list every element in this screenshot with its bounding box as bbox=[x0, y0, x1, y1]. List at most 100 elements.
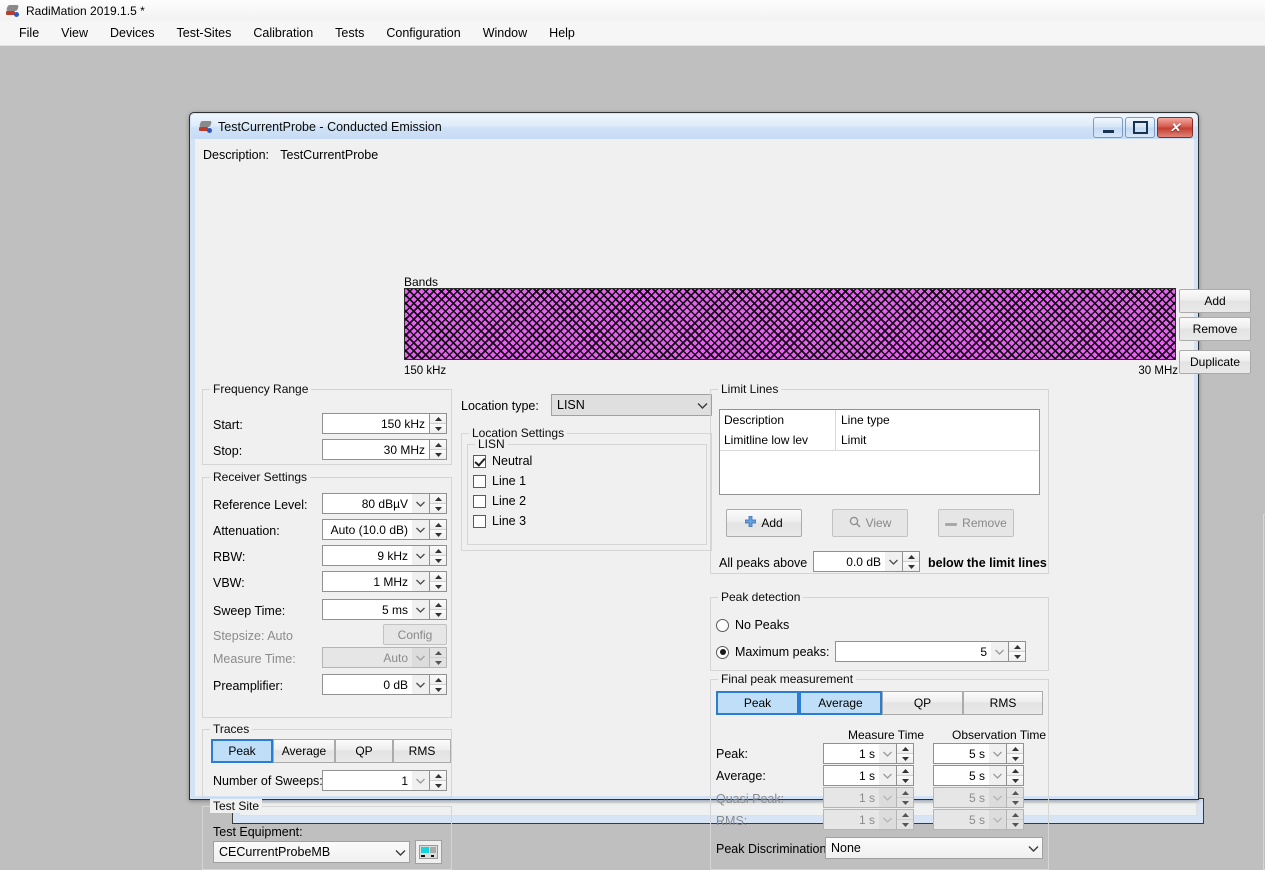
chevron-down-icon[interactable] bbox=[879, 744, 896, 763]
no-peaks-radio[interactable]: No Peaks bbox=[716, 618, 789, 632]
start-stepper[interactable] bbox=[430, 413, 447, 434]
trace-rms-button[interactable]: RMS bbox=[393, 739, 451, 763]
final-average-button[interactable]: Average bbox=[799, 691, 882, 715]
stepper-down[interactable] bbox=[897, 776, 913, 785]
chevron-down-icon[interactable] bbox=[991, 642, 1008, 661]
chevron-down-icon[interactable] bbox=[412, 520, 429, 539]
stepper-down[interactable] bbox=[1007, 754, 1023, 763]
maximum-peaks-stepper-up[interactable] bbox=[1009, 642, 1025, 652]
test-equipment-config-button[interactable] bbox=[415, 840, 442, 864]
sweep-time-stepper[interactable] bbox=[430, 599, 447, 620]
stepper-up[interactable] bbox=[897, 744, 913, 754]
table-row[interactable]: Limitline low lev Limit bbox=[720, 430, 1039, 451]
preamplifier-stepper[interactable] bbox=[430, 674, 447, 695]
maximum-peaks-radio[interactable]: Maximum peaks: bbox=[716, 645, 829, 659]
final-rms-button[interactable]: RMS bbox=[963, 691, 1043, 715]
menu-item-calibration[interactable]: Calibration bbox=[242, 22, 324, 44]
sweep-time-stepper-down[interactable] bbox=[430, 610, 446, 619]
reference-level-stepper[interactable] bbox=[430, 493, 447, 514]
menu-item-configuration[interactable]: Configuration bbox=[375, 22, 471, 44]
sweep-time-combo[interactable]: 5 ms bbox=[322, 599, 430, 620]
stop-stepper-up[interactable] bbox=[430, 440, 446, 450]
chevron-down-icon[interactable] bbox=[1024, 845, 1042, 852]
location-type-select[interactable]: LISN bbox=[551, 394, 712, 416]
stepper-up[interactable] bbox=[1007, 766, 1023, 776]
menu-item-devices[interactable]: Devices bbox=[99, 22, 165, 44]
chevron-down-icon[interactable] bbox=[693, 402, 711, 409]
start-input[interactable]: 150 kHz bbox=[322, 413, 430, 434]
trace-qp-button[interactable]: QP bbox=[335, 739, 393, 763]
fpm-peak-measure-stepper[interactable] bbox=[897, 743, 914, 764]
attenuation-stepper-up[interactable] bbox=[430, 520, 446, 530]
lisn-line1-checkbox[interactable]: Line 1 bbox=[473, 474, 526, 488]
test-equipment-select[interactable]: CECurrentProbeMB bbox=[213, 841, 410, 863]
peaks-above-input[interactable]: 0.0 dB bbox=[813, 551, 903, 572]
stop-stepper-down[interactable] bbox=[430, 450, 446, 459]
maximum-peaks-stepper[interactable] bbox=[1009, 641, 1026, 662]
band-add-button[interactable]: Add bbox=[1179, 289, 1251, 313]
peak-discrimination-select[interactable]: None bbox=[825, 837, 1043, 859]
fpm-average-observation-input[interactable]: 5 s bbox=[933, 765, 1007, 786]
attenuation-stepper[interactable] bbox=[430, 519, 447, 540]
chevron-down-icon[interactable] bbox=[412, 600, 429, 619]
minimize-icon[interactable] bbox=[1093, 117, 1123, 138]
maximum-peaks-input[interactable]: 5 bbox=[835, 641, 1009, 662]
fpm-average-measure-input[interactable]: 1 s bbox=[823, 765, 897, 786]
lisn-line3-checkbox[interactable]: Line 3 bbox=[473, 514, 526, 528]
vbw-stepper-down[interactable] bbox=[430, 582, 446, 591]
peaks-above-stepper-up[interactable] bbox=[903, 552, 919, 562]
menu-item-help[interactable]: Help bbox=[538, 22, 586, 44]
bands-strip[interactable] bbox=[404, 288, 1176, 360]
menu-item-window[interactable]: Window bbox=[472, 22, 538, 44]
stop-stepper[interactable] bbox=[430, 439, 447, 460]
stepper-up[interactable] bbox=[897, 766, 913, 776]
fpm-peak-observation-stepper[interactable] bbox=[1007, 743, 1024, 764]
start-stepper-down[interactable] bbox=[430, 424, 446, 433]
number-of-sweeps-stepper[interactable] bbox=[430, 770, 447, 791]
maximum-peaks-stepper-down[interactable] bbox=[1009, 652, 1025, 661]
chevron-down-icon[interactable] bbox=[412, 546, 429, 565]
chevron-down-icon[interactable] bbox=[391, 849, 409, 856]
chevron-down-icon[interactable] bbox=[412, 494, 429, 513]
chevron-down-icon[interactable] bbox=[989, 744, 1006, 763]
rbw-combo[interactable]: 9 kHz bbox=[322, 545, 430, 566]
menu-item-test-sites[interactable]: Test-Sites bbox=[166, 22, 243, 44]
lisn-line2-checkbox[interactable]: Line 2 bbox=[473, 494, 526, 508]
close-icon[interactable]: ✕ bbox=[1157, 117, 1193, 138]
attenuation-combo[interactable]: Auto (10.0 dB) bbox=[322, 519, 430, 540]
preamplifier-combo[interactable]: 0 dB bbox=[322, 674, 430, 695]
fpm-peak-observation-input[interactable]: 5 s bbox=[933, 743, 1007, 764]
maximize-icon[interactable] bbox=[1125, 117, 1155, 138]
dialog-titlebar[interactable]: TestCurrentProbe - Conducted Emission ✕ bbox=[191, 114, 1197, 139]
chevron-down-icon[interactable] bbox=[412, 572, 429, 591]
fpm-peak-measure-input[interactable]: 1 s bbox=[823, 743, 897, 764]
start-stepper-up[interactable] bbox=[430, 414, 446, 424]
stepsize-config-button[interactable]: Config bbox=[383, 624, 447, 645]
vbw-stepper[interactable] bbox=[430, 571, 447, 592]
menu-item-view[interactable]: View bbox=[50, 22, 99, 44]
limit-lines-table[interactable]: Description Line type Limitline low lev … bbox=[719, 409, 1040, 495]
number-of-sweeps-stepper-down[interactable] bbox=[430, 781, 446, 790]
stop-input[interactable]: 30 MHz bbox=[322, 439, 430, 460]
final-peak-button[interactable]: Peak bbox=[716, 691, 799, 715]
band-remove-button[interactable]: Remove bbox=[1179, 317, 1251, 341]
preamplifier-stepper-up[interactable] bbox=[430, 675, 446, 685]
sweep-time-stepper-up[interactable] bbox=[430, 600, 446, 610]
limit-line-add-button[interactable]: Add bbox=[726, 509, 802, 537]
trace-peak-button[interactable]: Peak bbox=[211, 739, 273, 763]
rbw-stepper[interactable] bbox=[430, 545, 447, 566]
fpm-average-measure-stepper[interactable] bbox=[897, 765, 914, 786]
vbw-combo[interactable]: 1 MHz bbox=[322, 571, 430, 592]
chevron-down-icon[interactable] bbox=[412, 771, 429, 790]
chevron-down-icon[interactable] bbox=[412, 675, 429, 694]
rbw-stepper-down[interactable] bbox=[430, 556, 446, 565]
preamplifier-stepper-down[interactable] bbox=[430, 685, 446, 694]
reference-level-combo[interactable]: 80 dBµV bbox=[322, 493, 430, 514]
peaks-above-stepper-down[interactable] bbox=[903, 562, 919, 571]
chevron-down-icon[interactable] bbox=[885, 552, 902, 571]
vbw-stepper-up[interactable] bbox=[430, 572, 446, 582]
attenuation-stepper-down[interactable] bbox=[430, 530, 446, 539]
chevron-down-icon[interactable] bbox=[989, 766, 1006, 785]
rbw-stepper-up[interactable] bbox=[430, 546, 446, 556]
stepper-down[interactable] bbox=[897, 754, 913, 763]
